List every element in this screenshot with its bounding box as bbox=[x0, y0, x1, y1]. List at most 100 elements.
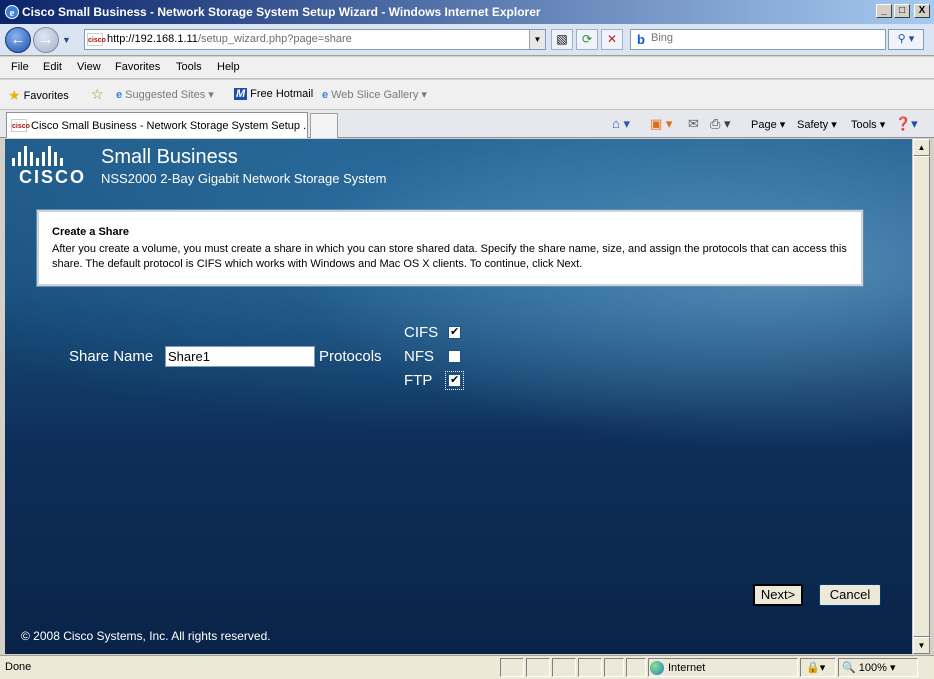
favorites-label: Favorites bbox=[23, 89, 69, 102]
menu-edit[interactable]: Edit bbox=[43, 61, 62, 73]
cifs-checkbox[interactable] bbox=[448, 325, 461, 339]
search-box[interactable]: b bbox=[630, 29, 886, 50]
safety-menu[interactable]: Safety ▾ bbox=[797, 118, 837, 131]
zoom-value: 100% bbox=[858, 662, 887, 674]
brand-title: Small Business bbox=[101, 146, 238, 168]
menu-bar: File Edit View Favorites Tools Help bbox=[0, 57, 934, 79]
favorites-bar: ★ Favorites ☆ e Suggested Sites ▾ M Free… bbox=[0, 80, 934, 110]
url-path: /setup_wizard.php?page=share bbox=[197, 33, 352, 45]
protocol-nfs-label: NFS bbox=[404, 348, 434, 365]
arrow-left-icon: ← bbox=[10, 31, 26, 48]
tools-menu[interactable]: Tools ▾ bbox=[851, 118, 885, 131]
svg-text:e: e bbox=[10, 7, 15, 19]
maximize-button[interactable]: □ bbox=[894, 4, 910, 18]
arrow-right-icon: → bbox=[38, 31, 54, 48]
menu-tools[interactable]: Tools bbox=[176, 61, 202, 73]
new-tab-button[interactable] bbox=[310, 113, 338, 138]
address-url[interactable]: http://192.168.1.11/setup_wizard.php?pag… bbox=[107, 33, 352, 45]
page-content: CISCO Small Business NSS2000 2-Bay Gigab… bbox=[5, 139, 912, 654]
status-pane bbox=[626, 658, 646, 677]
copyright-text: © 2008 Cisco Systems, Inc. All rights re… bbox=[21, 629, 271, 643]
tab-setup-wizard[interactable]: cisco Cisco Small Business - Network Sto… bbox=[6, 112, 308, 138]
ie-page-icon: e bbox=[116, 88, 123, 101]
vertical-scrollbar[interactable]: ▲ ▼ bbox=[912, 139, 930, 654]
free-hotmail-label: Free Hotmail bbox=[250, 88, 314, 100]
favorites-button[interactable]: ★ Favorites bbox=[8, 87, 69, 104]
read-mail-icon[interactable]: ✉ bbox=[688, 116, 699, 132]
protected-mode-icon[interactable]: 🔒▾ bbox=[806, 661, 825, 674]
refresh-icon[interactable]: ⟳ bbox=[576, 29, 598, 50]
instructions-heading: Create a Share bbox=[52, 226, 130, 238]
print-icon[interactable]: ⎙ ▾ bbox=[710, 116, 731, 132]
share-name-label: Share Name bbox=[69, 348, 154, 365]
search-button[interactable]: ⚲ ▾ bbox=[888, 29, 924, 50]
scroll-thumb[interactable] bbox=[913, 156, 930, 637]
add-favorites-button[interactable]: ☆ bbox=[91, 86, 104, 103]
back-button[interactable]: ← bbox=[5, 27, 31, 53]
security-zone[interactable]: Internet bbox=[650, 661, 705, 675]
address-bar[interactable]: cisco http://192.168.1.11/setup_wizard.p… bbox=[84, 29, 546, 50]
add-favorite-icon: ☆ bbox=[91, 86, 104, 102]
menu-view[interactable]: View bbox=[77, 61, 101, 73]
scroll-up-button[interactable]: ▲ bbox=[913, 139, 930, 156]
home-icon[interactable]: ⌂ ▾ bbox=[612, 116, 630, 132]
magnifier-icon: ⚲ ▾ bbox=[897, 33, 915, 45]
instructions-text: After you create a volume, you must crea… bbox=[52, 243, 847, 270]
help-icon[interactable]: ❓▾ bbox=[895, 116, 918, 132]
protocol-cifs-label: CIFS bbox=[404, 324, 439, 341]
menu-favorites[interactable]: Favorites bbox=[115, 61, 160, 73]
search-input[interactable] bbox=[651, 32, 881, 44]
feeds-icon[interactable]: ▣ ▾ bbox=[650, 116, 672, 132]
close-button[interactable]: X bbox=[914, 4, 930, 18]
url-host: http://192.168.1.11 bbox=[107, 33, 198, 45]
web-slice-gallery-link[interactable]: e Web Slice Gallery ▾ bbox=[322, 88, 427, 102]
status-bar: Done Internet 🔒▾ 🔍 100% ▾ bbox=[0, 655, 934, 679]
share-name-input[interactable] bbox=[165, 346, 315, 367]
product-name: NSS2000 2-Bay Gigabit Network Storage Sy… bbox=[101, 171, 387, 186]
suggested-sites-label: Suggested Sites ▾ bbox=[125, 89, 214, 101]
cisco-wordmark: CISCO bbox=[19, 167, 87, 187]
next-button[interactable]: Next> bbox=[753, 584, 803, 606]
internet-explorer-icon: e bbox=[5, 5, 19, 19]
zone-label: Internet bbox=[668, 662, 706, 674]
status-pane bbox=[604, 658, 624, 677]
globe-icon bbox=[650, 661, 664, 675]
cisco-logo-icon bbox=[12, 142, 63, 166]
status-pane bbox=[552, 658, 576, 677]
status-pane bbox=[578, 658, 602, 677]
window-title-bar: e Cisco Small Business - Network Storage… bbox=[0, 0, 934, 24]
free-hotmail-link[interactable]: M Free Hotmail bbox=[234, 88, 313, 100]
tab-bar: cisco Cisco Small Business - Network Sto… bbox=[0, 110, 934, 138]
page-menu[interactable]: Page ▾ bbox=[751, 118, 785, 131]
suggested-sites-link[interactable]: e Suggested Sites ▾ bbox=[116, 88, 214, 102]
history-dropdown-icon[interactable]: ▼ bbox=[62, 35, 71, 45]
cisco-favicon-icon: cisco bbox=[11, 119, 30, 132]
address-dropdown-icon[interactable]: ▼ bbox=[529, 30, 545, 49]
status-text: Done bbox=[5, 661, 32, 673]
menu-help[interactable]: Help bbox=[217, 61, 240, 73]
tab-label: Cisco Small Business - Network Storage S… bbox=[31, 120, 307, 132]
zoom-level[interactable]: 🔍 100% ▾ bbox=[842, 661, 895, 674]
ftp-checkbox[interactable] bbox=[445, 371, 464, 390]
navigation-bar: ← → ▼ cisco http://192.168.1.11/setup_wi… bbox=[0, 24, 934, 56]
window-title: Cisco Small Business - Network Storage S… bbox=[22, 5, 541, 19]
instructions-box: Create a Share After you create a volume… bbox=[37, 210, 863, 286]
star-icon: ★ bbox=[8, 87, 21, 103]
bing-icon: b bbox=[637, 32, 645, 47]
nfs-checkbox[interactable] bbox=[448, 350, 461, 363]
msn-icon: M bbox=[234, 88, 248, 100]
minimize-button[interactable]: _ bbox=[876, 4, 892, 18]
status-pane bbox=[500, 658, 524, 677]
protocol-ftp-label: FTP bbox=[404, 372, 433, 389]
compatibility-view-icon[interactable]: ▧ bbox=[551, 29, 573, 50]
protocols-label: Protocols bbox=[319, 348, 382, 365]
cancel-button[interactable]: Cancel bbox=[819, 584, 881, 606]
web-slice-gallery-label: Web Slice Gallery ▾ bbox=[331, 89, 427, 101]
cisco-favicon-icon: cisco bbox=[87, 33, 106, 46]
scroll-down-button[interactable]: ▼ bbox=[913, 637, 930, 654]
forward-button[interactable]: → bbox=[33, 27, 59, 53]
stop-icon[interactable]: ✕ bbox=[601, 29, 623, 50]
status-pane bbox=[526, 658, 550, 677]
menu-file[interactable]: File bbox=[11, 61, 29, 73]
ie-page-icon: e bbox=[322, 88, 329, 101]
